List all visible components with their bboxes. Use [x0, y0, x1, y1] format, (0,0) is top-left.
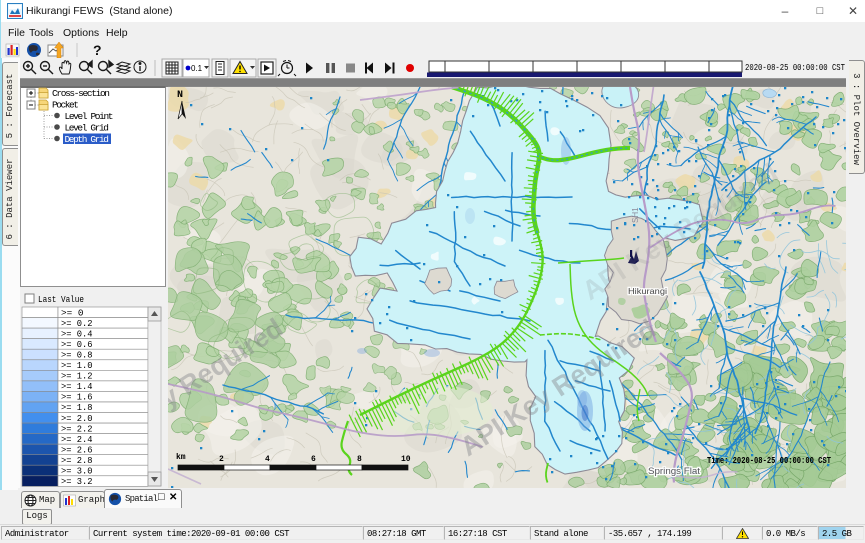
- svg-text:>= 0.4: >= 0.4: [61, 329, 93, 339]
- svg-text:Last Value: Last Value: [38, 294, 84, 305]
- svg-text:>= 2.8: >= 2.8: [61, 456, 93, 466]
- svg-text:>= 2.4: >= 2.4: [61, 435, 93, 445]
- svg-text:>= 0: >= 0: [61, 308, 84, 318]
- svg-text:>= 1.8: >= 1.8: [61, 403, 93, 413]
- svg-text:2: 2: [219, 455, 224, 464]
- svg-text:km: km: [176, 453, 186, 462]
- svg-text:Level Point: Level Point: [65, 111, 114, 122]
- svg-text:6: 6: [311, 455, 316, 464]
- svg-text:Depth Grid: Depth Grid: [65, 134, 110, 145]
- svg-text:Pocket: Pocket: [52, 100, 79, 111]
- svg-text:>= 1.2: >= 1.2: [61, 372, 93, 382]
- svg-text:Cross-section: Cross-section: [52, 88, 110, 99]
- svg-text:8: 8: [357, 455, 362, 464]
- svg-text:>= 0.2: >= 0.2: [61, 319, 93, 329]
- svg-text:?: ?: [93, 42, 102, 58]
- svg-text:>= 0.8: >= 0.8: [61, 351, 93, 361]
- svg-text:Springs Flat: Springs Flat: [648, 466, 700, 477]
- svg-text:4: 4: [265, 455, 270, 464]
- svg-text:0.1: 0.1: [191, 64, 203, 73]
- svg-text:>= 3.0: >= 3.0: [61, 467, 93, 477]
- svg-text:10: 10: [401, 455, 411, 464]
- svg-text:>= 1.0: >= 1.0: [61, 361, 93, 371]
- svg-text:Time: 2020-08-25 00:00:00 CST: Time: 2020-08-25 00:00:00 CST: [707, 456, 831, 466]
- svg-text:>= 1.6: >= 1.6: [61, 393, 93, 403]
- svg-text:Hikurangi: Hikurangi: [628, 286, 667, 296]
- svg-text:>= 3.2: >= 3.2: [61, 477, 93, 487]
- svg-text:>= 2.0: >= 2.0: [61, 414, 93, 424]
- svg-text:>= 2.6: >= 2.6: [61, 446, 93, 456]
- svg-text:>= 2.2: >= 2.2: [61, 424, 93, 434]
- svg-text:N: N: [177, 90, 183, 101]
- svg-text:Level Grid: Level Grid: [65, 123, 110, 134]
- svg-text:>= 0.6: >= 0.6: [61, 340, 93, 350]
- svg-text:>= 1.4: >= 1.4: [61, 382, 93, 392]
- svg-text:2020-08-25 00:00:00 CST: 2020-08-25 00:00:00 CST: [745, 62, 845, 73]
- svg-text:SH1: SH1: [631, 207, 640, 223]
